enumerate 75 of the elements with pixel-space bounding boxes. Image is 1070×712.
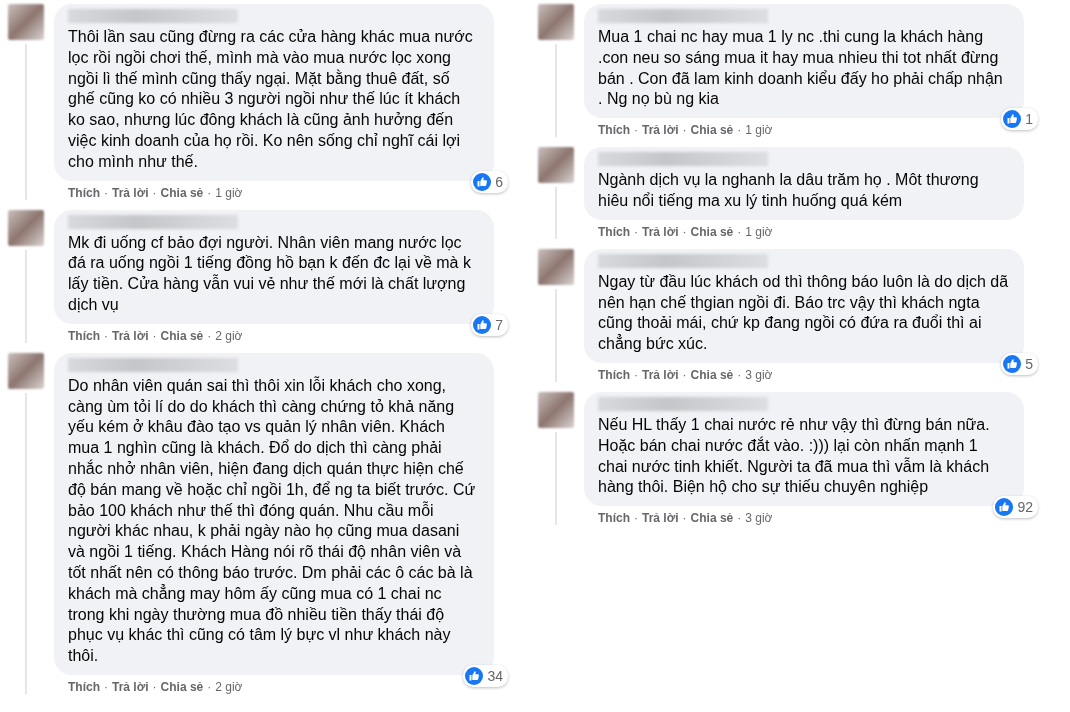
separator-dot: ·	[152, 328, 157, 343]
separator-dot: ·	[737, 224, 742, 239]
separator-dot: ·	[104, 328, 108, 343]
reaction-count: 5	[1001, 352, 1038, 375]
comment-text: Mua 1 chai nc hay mua 1 ly nc .thi cung la khách hàng .con neu so sáng mua it hay mua nhieu thi tot nhất đừng bán . Con đã lam kinh doanh kiểu đấy ho phải chấp nhận . Ng nọ bù ng kia	[598, 27, 1004, 110]
separator-dot: ·	[737, 123, 742, 138]
separator-dot: ·	[682, 224, 687, 239]
separator-dot: ·	[634, 511, 638, 526]
comment-action-link[interactable]: Chia sẻ	[690, 123, 734, 138]
comment-action-link[interactable]: Thích	[598, 511, 630, 526]
timestamp[interactable]: 1 giờ	[745, 123, 773, 138]
separator-dot: ·	[634, 367, 638, 382]
like-icon	[1003, 354, 1022, 373]
separator-dot: ·	[682, 511, 687, 526]
comment-action-link[interactable]: Chia sẻ	[160, 185, 204, 200]
comment-action-link[interactable]: Thích	[598, 224, 630, 239]
timestamp[interactable]: 1 giờ	[215, 185, 243, 200]
separator-dot: ·	[104, 679, 108, 694]
reaction-count: 34	[463, 664, 508, 687]
like-icon	[473, 172, 492, 191]
separator-dot: ·	[207, 679, 212, 694]
avatar-placeholder	[538, 147, 574, 184]
comment-action-link[interactable]: Chia sẻ	[160, 679, 204, 694]
comment-action-link[interactable]: Trả lời	[642, 367, 679, 382]
separator-dot: ·	[152, 679, 157, 694]
comment-action-link[interactable]: Thích	[68, 328, 100, 343]
like-icon	[473, 315, 492, 334]
timestamp[interactable]: 3 giờ	[745, 511, 773, 526]
timestamp[interactable]: 1 giờ	[745, 224, 773, 239]
comment-action-link[interactable]: Chia sẻ	[690, 511, 734, 526]
reaction-count: 6	[471, 170, 508, 193]
separator-dot: ·	[682, 367, 687, 382]
comment-action-link[interactable]: Chia sẻ	[690, 367, 734, 382]
separator-dot: ·	[634, 123, 638, 138]
timestamp[interactable]: 2 giờ	[215, 328, 243, 343]
comment-action-link[interactable]: Chia sẻ	[690, 224, 734, 239]
timestamp[interactable]: 3 giờ	[745, 367, 773, 382]
avatar-placeholder	[538, 248, 574, 285]
comment-action-link[interactable]: Trả lời	[112, 679, 149, 694]
comment-action-link[interactable]: Thích	[598, 367, 630, 382]
separator-dot: ·	[682, 123, 687, 138]
comment-text: Mk đi uống cf bảo đợi người. Nhân viên mang nước lọc đá ra uống ngồi 1 tiếng đồng hồ bạn k đến đc lại về mà k lấy tiền. Cửa hàng vẫn vui vẻ như thế mới là chất lượng dịch vụ	[68, 232, 472, 315]
comment-text: Do nhân viên quán sai thì thôi xin lỗi khách cho xong, càng ùm tỏi lí do do khách thì càng chứng tỏ khả năng yếu kém ở khâu đào tạo vs quản lý nhân viên. Khách mua 1 nghìn cũng là khách. Đổ do dịch thì càng phải nhắc nhở nhân viên, hiện đang dịch quán thực hiện chế độ bán mang về hoặc chỉ ngồi 1h, để ng ta biết trước. Cứ bảo 100 khách như thế thì đóng quán. Nhu cầu mỗi người khác nhau, k phải ngày nào họ cũng mua dasani và ngồi 1 tiếng. Khách Hàng nói rõ thái độ nhân viên và tốt nhất nên có thông báo trước. Dm phải các ô các bà là khách mà chẳng may hôm ấy cũng mua có 1 chai nc trong khi ngày thường mua đồ nhiều tiền thấy thái độ phục vụ khác thì cũng có tâm lý bực vl như khách này thôi.	[68, 375, 477, 667]
reaction-count: 1	[1001, 108, 1038, 131]
separator-dot: ·	[152, 185, 157, 200]
comment-action-link[interactable]: Trả lời	[642, 123, 679, 138]
separator-dot: ·	[634, 224, 638, 239]
like-icon	[465, 666, 484, 685]
timestamp[interactable]: 2 giờ	[215, 679, 243, 694]
comment-action-link[interactable]: Trả lời	[112, 328, 149, 343]
separator-dot: ·	[207, 185, 212, 200]
comment-action-link[interactable]: Thích	[68, 185, 100, 200]
comment-text: Thôi lần sau cũng đừng ra các cửa hàng khác mua nước lọc rồi ngồi chơi thế, mình mà vào mua nước lọc xong ngồi lì thế mình cũng thấy ngại. Mặt bằng thuê đất, số ghế cũng ko có nhiều 3 người ngồi như thế lúc ít khách ko sao, nhưng lúc đông khách là cũng ảnh hưởng đến việc kinh doanh của họ rồi. Ko nên sống chỉ nghĩ cái lợi cho mình như thế.	[68, 27, 474, 172]
like-icon	[995, 498, 1014, 517]
reaction-count: 7	[471, 313, 508, 336]
separator-dot: ·	[207, 328, 212, 343]
avatar-placeholder	[8, 4, 44, 40]
comment-text: Ngành dịch vụ la nghanh la dâu trăm họ . Môt thương hiêu nổi tiếng ma xu lý tinh huống quá kém	[598, 170, 980, 211]
comment-text: Ngay từ đầu lúc khách od thì thông báo luôn là do dịch dã nên hạn chế thgian ngồi đi. Báo trc vậy thì khách ngta cũng thoải mái, chứ kp đang ngồi có đứa ra đuổi thì ai chẳng bức xúc.	[598, 271, 1010, 355]
separator-dot: ·	[104, 185, 108, 200]
comment-action-link[interactable]: Thích	[598, 123, 630, 138]
separator-dot: ·	[737, 511, 742, 526]
comment-action-link[interactable]: Trả lời	[112, 185, 149, 200]
like-icon	[1003, 110, 1022, 129]
comment-action-link[interactable]: Thích	[68, 679, 100, 694]
avatar-placeholder	[8, 352, 44, 389]
comment-action-link[interactable]: Trả lời	[642, 511, 679, 526]
comment-action-link[interactable]: Chia sẻ	[160, 328, 204, 343]
comment-text: Nếu HL thấy 1 chai nước rẻ như vậy thì đừng bán nữa. Hoặc bán chai nước đắt vào. :))) lại còn nhấn mạnh 1 chai nước tinh khiết. Người ta đã mua thì vẫm là khách hàng thôi. Biện hộ cho sự thiếu chuyên nghiệp	[598, 414, 991, 498]
avatar-placeholder	[538, 391, 574, 428]
avatar-placeholder	[8, 209, 44, 246]
separator-dot: ·	[737, 367, 742, 382]
avatar-placeholder	[538, 4, 574, 40]
reaction-count: 92	[993, 496, 1038, 519]
comment-action-link[interactable]: Trả lời	[642, 224, 679, 239]
